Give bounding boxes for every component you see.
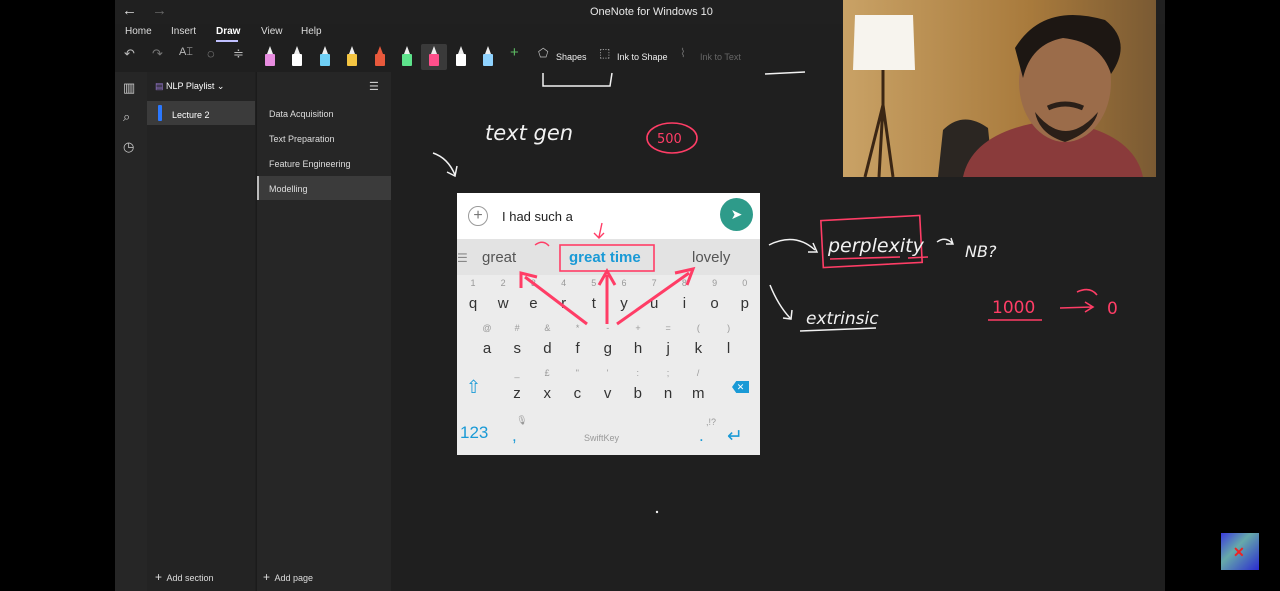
pen-8[interactable] [482, 46, 494, 66]
notebook-name: NLP Playlist [166, 81, 215, 91]
notebook-selector[interactable]: ▤ NLP Playlist ⌄ [155, 81, 224, 92]
page-label: Modelling [269, 184, 308, 194]
add-section-label: Add section [166, 573, 214, 583]
ink-arrow [597, 267, 617, 324]
keyboard-annotation-ink [519, 222, 696, 326]
add-space-icon[interactable]: ≑ [233, 46, 244, 62]
webcam-video-frame [843, 0, 1156, 177]
pen-selected[interactable] [428, 46, 440, 66]
pen-2[interactable] [291, 46, 303, 66]
pen-selected-color [429, 54, 439, 66]
plus-icon: + [155, 570, 163, 584]
navigation-rail: ▥ ⌕ ◷ [115, 72, 147, 591]
page-label: Feature Engineering [269, 159, 351, 169]
ink-arrow [519, 271, 588, 326]
ink-to-text-icon[interactable]: ⌇ [680, 46, 686, 60]
shapes-button[interactable]: Shapes [556, 52, 587, 62]
tab-view[interactable]: View [261, 26, 283, 37]
search-icon[interactable]: ⌕ [123, 109, 130, 125]
ink-to-text-button[interactable]: Ink to Text [700, 52, 741, 62]
pen-4-color [347, 54, 357, 66]
sections-pane [147, 72, 255, 591]
page-item-selected[interactable]: Modelling [257, 176, 391, 200]
add-page-button[interactable]: + Add page [263, 570, 313, 584]
notebooks-icon[interactable]: ▥ [123, 80, 135, 96]
active-tab-indicator [216, 40, 238, 42]
add-section-button[interactable]: + Add section [155, 570, 214, 584]
section-label: Lecture 2 [172, 110, 210, 120]
type-mode-icon[interactable]: A⌶ [179, 46, 193, 59]
tab-draw[interactable]: Draw [216, 26, 240, 37]
pen-8-color [483, 54, 493, 66]
chevron-down-icon: ⌄ [216, 81, 225, 91]
draw-toolbar: ↶ ↷ A⌶ ◌ ≑ + ⬠ Shapes ⬚ Ink to Shape ⌇ I… [115, 44, 835, 70]
ink-to-shape-icon[interactable]: ⬚ [599, 46, 610, 60]
window-title: OneNote for Windows 10 [590, 6, 713, 18]
forward-button[interactable]: → [152, 2, 167, 19]
undo-icon[interactable]: ↶ [124, 46, 135, 62]
ink-to-shape-button[interactable]: Ink to Shape [617, 52, 668, 62]
page-label: Text Preparation [269, 134, 335, 144]
notebook-icon: ▤ [155, 81, 164, 91]
pen-7-color [456, 54, 466, 66]
logo-mark-icon: ✕ [1233, 544, 1245, 560]
page-item[interactable]: Text Preparation [257, 126, 391, 150]
lasso-select-icon[interactable]: ◌ [207, 46, 215, 61]
ink-arrow [534, 241, 550, 247]
tab-help[interactable]: Help [301, 26, 322, 37]
highlighter-2-color [402, 54, 412, 66]
pen-2-color [292, 54, 302, 66]
tab-home[interactable]: Home [125, 26, 152, 37]
page-item[interactable]: Data Acquisition [257, 101, 391, 125]
shapes-icon[interactable]: ⬠ [538, 46, 548, 60]
webcam-overlay [843, 0, 1156, 177]
add-pen-icon[interactable]: + [510, 44, 519, 61]
highlighter-2[interactable] [401, 46, 413, 66]
ink-box [559, 244, 655, 272]
highlighter-1-color [375, 54, 385, 66]
pen-1[interactable] [264, 46, 276, 66]
sort-pages-icon[interactable]: ☰ [369, 80, 379, 93]
pen-4[interactable] [346, 46, 358, 66]
section-color-tab [158, 105, 162, 121]
pen-3-color [320, 54, 330, 66]
pasted-keyboard-image[interactable]: + I had such a ➤ ☰ great great time love… [457, 193, 760, 455]
back-button[interactable]: ← [122, 2, 137, 19]
redo-icon[interactable]: ↷ [152, 46, 163, 62]
plus-icon: + [263, 570, 271, 584]
tab-insert[interactable]: Insert [171, 26, 196, 37]
pen-7[interactable] [455, 46, 467, 66]
page-item[interactable]: Feature Engineering [257, 151, 391, 175]
ink-arrow [616, 266, 696, 326]
pen-1-color [265, 54, 275, 66]
ink-arrow [593, 222, 605, 239]
recent-icon[interactable]: ◷ [123, 139, 134, 155]
pen-3[interactable] [319, 46, 331, 66]
page-label: Data Acquisition [269, 109, 334, 119]
add-page-label: Add page [274, 573, 314, 583]
highlighter-1[interactable] [374, 46, 386, 66]
